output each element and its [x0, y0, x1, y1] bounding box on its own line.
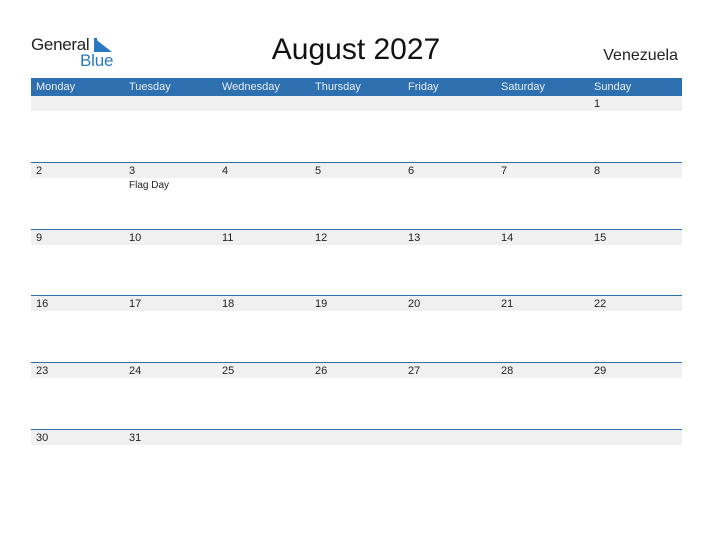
- day-cell: 27: [403, 362, 496, 429]
- day-number: 21: [501, 298, 514, 311]
- day-number: 23: [36, 365, 49, 378]
- day-number: 1: [594, 98, 601, 110]
- day-number: 13: [408, 231, 421, 244]
- day-number: 27: [408, 365, 421, 378]
- weekday-friday: Friday: [408, 81, 439, 93]
- day-cell: 29: [589, 362, 682, 429]
- day-cell: [496, 96, 589, 162]
- day-number: 7: [501, 165, 508, 177]
- day-number: 28: [501, 365, 514, 378]
- day-number: 26: [315, 365, 328, 378]
- day-cell: [310, 96, 403, 162]
- day-cell: 17: [124, 295, 217, 362]
- day-number: 8: [594, 165, 601, 177]
- day-number: 3: [129, 165, 136, 177]
- day-cell: 24: [124, 362, 217, 429]
- day-cell: 6: [403, 162, 496, 229]
- day-number: 11: [222, 231, 234, 244]
- day-number: 17: [129, 298, 142, 311]
- day-number: 10: [129, 231, 142, 244]
- day-cell: 4: [217, 162, 310, 229]
- calendar-weeks: 1 2 3 Flag Day 4 5 6 7 8 9 10 11 12 13 14 15 16 17 18 19 20 2…: [31, 96, 682, 495]
- weekday-wednesday: Wednesday: [222, 81, 280, 93]
- day-number: 9: [36, 231, 43, 244]
- day-cell: 16: [31, 295, 124, 362]
- day-number: 29: [594, 365, 607, 378]
- day-number: 18: [222, 298, 235, 311]
- day-cell: 12: [310, 229, 403, 296]
- country-label: Venezuela: [603, 47, 678, 64]
- day-cell: [217, 429, 310, 496]
- week-row: 23 24 25 26 27 28 29: [31, 362, 682, 429]
- day-number: 14: [501, 231, 514, 244]
- day-number: 30: [36, 431, 49, 444]
- day-cell: 5: [310, 162, 403, 229]
- day-number: 5: [315, 165, 322, 177]
- day-number: 4: [222, 165, 229, 177]
- day-cell: 14: [496, 229, 589, 296]
- week-row: 9 10 11 12 13 14 15: [31, 228, 682, 296]
- day-cell: 22: [589, 295, 682, 362]
- day-number: 15: [594, 231, 607, 244]
- day-cell: 20: [403, 295, 496, 362]
- week-row: 2 3 Flag Day 4 5 6 7 8: [31, 162, 682, 229]
- day-cell: 7: [496, 162, 589, 229]
- day-number: 16: [36, 298, 49, 311]
- day-cell: 26: [310, 362, 403, 429]
- day-cell: 19: [310, 295, 403, 362]
- day-cell: 25: [217, 362, 310, 429]
- day-number: 6: [408, 165, 415, 177]
- day-number: 31: [129, 431, 142, 444]
- weekday-header: Monday Tuesday Wednesday Thursday Friday Satu…: [31, 78, 682, 96]
- week-row: 1: [31, 96, 682, 162]
- day-cell: 15: [589, 229, 682, 296]
- holiday-label: Flag Day: [129, 180, 170, 191]
- day-cell: [589, 429, 682, 496]
- calendar-grid: Monday Tuesday Wednesday Thursday Friday Satu…: [31, 78, 682, 495]
- day-cell: 28: [496, 362, 589, 429]
- day-cell: 30: [31, 429, 124, 496]
- day-number: 24: [129, 365, 142, 378]
- day-cell: [310, 429, 403, 496]
- day-cell: 21: [496, 295, 589, 362]
- day-cell: 3 Flag Day: [124, 162, 217, 229]
- day-cell: 18: [217, 295, 310, 362]
- day-number: 19: [315, 298, 328, 311]
- day-cell: [124, 96, 217, 162]
- day-cell: 31: [124, 429, 217, 496]
- day-number: 2: [36, 165, 43, 177]
- day-cell: [217, 96, 310, 162]
- day-cell: [31, 96, 124, 162]
- day-number: 25: [222, 365, 235, 378]
- day-cell: [496, 429, 589, 496]
- day-cell: 11: [217, 229, 310, 296]
- day-cell: 13: [403, 229, 496, 296]
- day-cell: [403, 429, 496, 496]
- day-cell: 8: [589, 162, 682, 229]
- week-row: 30 31: [31, 428, 682, 496]
- day-cell: 2: [31, 162, 124, 229]
- day-number: 22: [594, 298, 607, 311]
- day-cell: 9: [31, 229, 124, 296]
- weekday-sunday: Sunday: [594, 81, 632, 93]
- week-row: 16 17 18 19 20 21 22: [31, 295, 682, 362]
- day-cell: [403, 96, 496, 162]
- day-number: 12: [315, 231, 328, 244]
- day-cell: 23: [31, 362, 124, 429]
- weekday-monday: Monday: [36, 81, 76, 93]
- day-cell: 1: [589, 96, 682, 162]
- weekday-tuesday: Tuesday: [129, 81, 171, 93]
- weekday-thursday: Thursday: [315, 81, 361, 93]
- weekday-saturday: Saturday: [501, 81, 546, 93]
- day-cell: 10: [124, 229, 217, 296]
- day-number: 20: [408, 298, 421, 311]
